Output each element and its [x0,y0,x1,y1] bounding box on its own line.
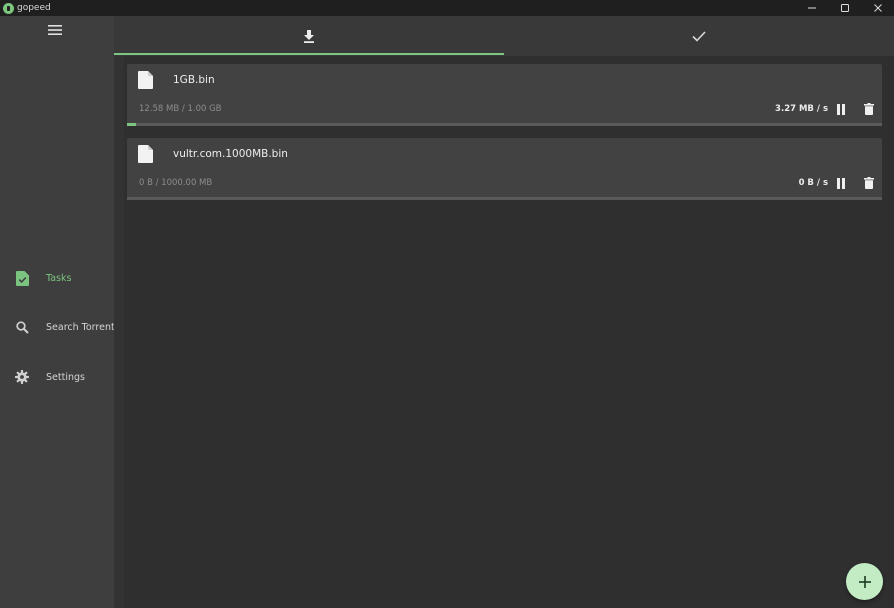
minimize-icon [807,7,816,9]
add-task-button[interactable] [846,563,883,600]
minimize-button[interactable] [795,0,828,16]
progress-track [127,123,882,126]
gear-icon [14,369,30,385]
file-icon [138,71,153,89]
sidebar-item-settings[interactable]: Settings [0,364,114,390]
app-window: gopeed Tasks Search Torrent Settings 1GB… [0,0,894,608]
task-card[interactable]: vultr.com.1000MB.bin 0 B / 1000.00 MB 0 … [127,138,882,200]
content-edge [114,56,124,608]
sidebar-item-search-torrent[interactable]: Search Torrent [0,314,115,340]
download-icon [304,29,314,43]
tab-bar [114,16,894,56]
task-name: vultr.com.1000MB.bin [173,148,288,160]
task-file-icon [14,270,30,286]
menu-icon [48,25,62,35]
task-name: 1GB.bin [173,74,215,86]
active-tab-indicator [114,53,504,55]
menu-button[interactable] [46,22,64,38]
pause-icon [837,177,845,189]
pause-button[interactable] [834,102,848,116]
pause-icon [837,103,845,115]
sidebar-item-label: Settings [46,371,85,383]
task-progress-text: 12.58 MB / 1.00 GB [139,104,222,114]
title-bar: gopeed [0,0,894,16]
sidebar-item-tasks[interactable]: Tasks [0,265,114,291]
maximize-icon [840,4,849,12]
maximize-button[interactable] [828,0,861,16]
task-list: 1GB.bin 12.58 MB / 1.00 GB 3.27 MB / s v… [114,56,894,608]
delete-button[interactable] [862,176,876,190]
tab-downloading[interactable] [114,16,504,56]
task-speed: 0 B / s [798,178,828,188]
plus-icon [858,575,871,588]
progress-fill [127,123,137,126]
trash-icon [864,177,874,189]
delete-button[interactable] [862,102,876,116]
sidebar: Tasks Search Torrent Settings [0,16,115,608]
search-icon [14,319,30,335]
window-title: gopeed [17,3,51,13]
tab-completed[interactable] [504,16,894,56]
pause-button[interactable] [834,176,848,190]
check-icon [692,30,706,42]
close-button[interactable] [861,0,894,16]
task-card[interactable]: 1GB.bin 12.58 MB / 1.00 GB 3.27 MB / s [127,64,882,126]
sidebar-item-label: Tasks [46,272,72,284]
task-speed: 3.27 MB / s [775,104,828,114]
close-icon [873,4,882,12]
sidebar-item-label: Search Torrent [46,321,115,333]
gopeed-logo-icon [3,2,14,14]
file-icon [138,145,153,163]
progress-track [127,197,882,200]
trash-icon [864,103,874,115]
task-progress-text: 0 B / 1000.00 MB [139,178,213,188]
window-controls [795,0,894,16]
